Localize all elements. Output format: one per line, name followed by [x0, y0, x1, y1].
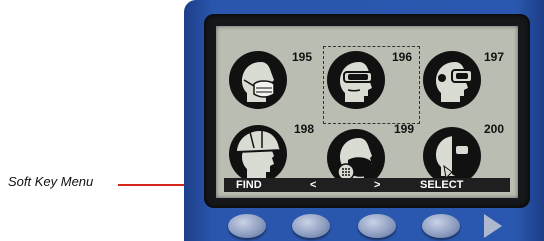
- softkey-select[interactable]: SELECT: [420, 178, 463, 192]
- softkey-next[interactable]: >: [374, 178, 380, 192]
- icon-number: 200: [484, 122, 505, 136]
- icon-item[interactable]: 197: [422, 50, 512, 120]
- hardware-button-1[interactable]: [228, 214, 266, 238]
- icon-number: 196: [392, 50, 413, 64]
- icon-number: 195: [292, 50, 313, 64]
- softkey-menu: FIND < > SELECT: [224, 178, 510, 192]
- softkey-prev[interactable]: <: [310, 178, 316, 192]
- face-mask-icon: [229, 51, 287, 109]
- icon-item[interactable]: 195: [228, 50, 318, 120]
- face-shield-goggles-icon: [423, 51, 481, 109]
- softkey-find[interactable]: FIND: [236, 178, 262, 192]
- safety-goggles-icon: [327, 51, 385, 109]
- hard-hat-icon: [229, 125, 287, 183]
- icon-item[interactable]: 196: [326, 50, 416, 120]
- hardware-button-2[interactable]: [292, 214, 330, 238]
- icon-number: 199: [394, 122, 415, 136]
- hardware-button-3[interactable]: [358, 214, 396, 238]
- icon-number: 197: [484, 50, 505, 64]
- right-arrow-icon[interactable]: [484, 214, 502, 238]
- hardware-button-4[interactable]: [422, 214, 460, 238]
- callout-label: Soft Key Menu: [8, 174, 94, 189]
- lcd-screen: 195 196 197 198 199 200: [216, 26, 518, 198]
- icon-number: 198: [294, 122, 315, 136]
- welding-mask-icon: [423, 127, 481, 185]
